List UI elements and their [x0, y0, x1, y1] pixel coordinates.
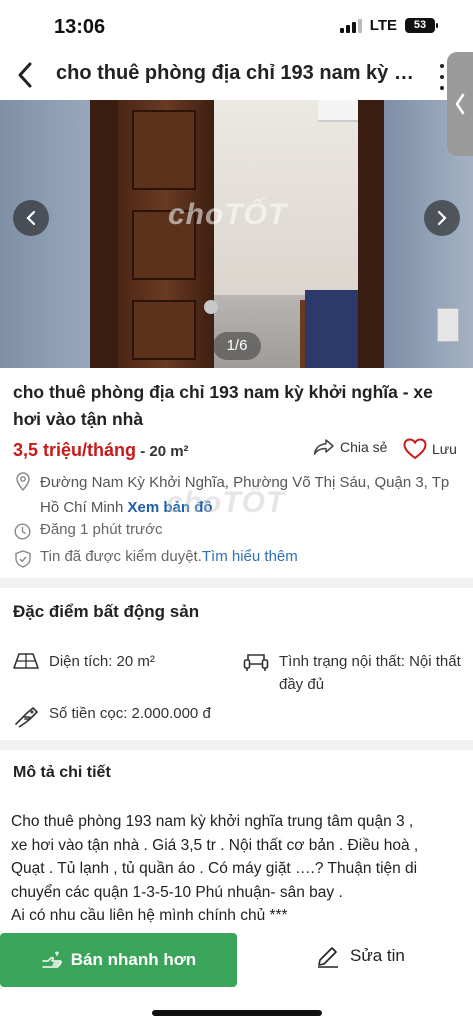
bottom-action-bar: Bán nhanh hơn Sửa tin: [0, 930, 473, 1024]
deposit-icon: [15, 707, 38, 728]
share-label: Chia sẻ: [340, 439, 388, 455]
clock-icon: [14, 523, 31, 540]
section-divider: [0, 578, 473, 588]
price-row: 3,5 triệu/tháng - 20 m² Chia sẻ Lưu: [13, 438, 463, 464]
network-label: LTE: [369, 17, 397, 34]
back-arrow-icon: [18, 62, 32, 88]
sell-faster-label: Bán nhanh hơn: [70, 950, 197, 969]
learn-more-link[interactable]: Tìm hiểu thêm: [202, 548, 298, 565]
more-options-button[interactable]: [437, 64, 447, 90]
spec-furnishing: Tình trạng nội thất: Nội thất đầy đủ: [243, 650, 468, 696]
description-line: chuyển các quận 1-3-5-10 Phú nhuận- sân …: [11, 883, 343, 901]
spec-furnishing-text: Tình trạng nội thất: Nội thất đầy đủ: [279, 653, 461, 693]
photo-counter: 1/6: [213, 332, 261, 360]
status-time: 13:06: [54, 16, 106, 38]
shield-check-icon: [14, 550, 31, 568]
description-line: Cho thuê phòng 193 nam kỳ khởi nghĩa tru…: [11, 813, 414, 830]
spec-deposit: Số tiền cọc: 2.000.000 đ: [13, 702, 263, 728]
description-body: Cho thuê phòng 193 nam kỳ khởi nghĩa tru…: [11, 810, 461, 928]
signal-icon: [339, 18, 362, 33]
status-bar: 13:06 LTE 53: [0, 0, 473, 52]
hand-rocket-icon: [42, 951, 62, 968]
spec-area-text: Diện tích: 20 m²: [49, 653, 155, 670]
back-button[interactable]: [10, 60, 40, 90]
watermark: choTỐT: [166, 486, 286, 519]
verified-text: Tin đã được kiểm duyệt.: [40, 548, 202, 565]
sell-faster-button[interactable]: Bán nhanh hơn: [0, 933, 237, 987]
share-icon: [313, 439, 334, 455]
chevron-right-icon: [437, 210, 447, 226]
battery-icon: 53: [405, 18, 438, 33]
posted-time: Đăng 1 phút trước: [40, 521, 163, 538]
page-title: cho thuê phòng địa chỉ 193 nam kỳ khởi n…: [56, 62, 416, 84]
spec-deposit-text: Số tiền cọc: 2.000.000 đ: [49, 705, 211, 722]
pencil-icon: [318, 947, 338, 968]
photo-gallery[interactable]: choTỐT: [0, 100, 473, 368]
floor-area-icon: [13, 653, 39, 669]
verified-row: Tin đã được kiểm duyệt.Tìm hiểu thêm: [13, 548, 298, 568]
description-line: Quạt . Tủ lạnh , tủ quần áo . Có máy giặ…: [11, 860, 418, 877]
save-button[interactable]: Lưu: [403, 438, 457, 460]
description-title: Mô tả chi tiết: [13, 764, 111, 781]
chevron-left-icon: [26, 210, 36, 226]
watermark: choTỐT: [168, 198, 288, 231]
home-indicator[interactable]: [152, 1010, 322, 1016]
listing-title: cho thuê phòng địa chỉ 193 nam kỳ khởi n…: [13, 382, 433, 429]
area-summary: - 20 m²: [136, 443, 189, 460]
edit-listing-label: Sửa tin: [350, 946, 405, 965]
sofa-icon: [243, 654, 269, 671]
heart-icon: [403, 438, 427, 460]
edit-listing-button[interactable]: Sửa tin: [316, 944, 405, 968]
gallery-next-button[interactable]: [424, 200, 460, 236]
posted-row: Đăng 1 phút trước: [13, 521, 162, 540]
save-label: Lưu: [432, 441, 457, 457]
side-drawer-handle[interactable]: [447, 52, 473, 156]
gallery-prev-button[interactable]: [13, 200, 49, 236]
chevron-left-icon: [455, 93, 465, 115]
app-header: cho thuê phòng địa chỉ 193 nam kỳ khởi n…: [0, 52, 473, 100]
price: 3,5 triệu/tháng: [13, 440, 137, 460]
status-indicators: LTE 53: [339, 17, 438, 34]
share-button[interactable]: Chia sẻ: [313, 438, 387, 456]
section-divider: [0, 740, 473, 750]
location-pin-icon: [15, 472, 30, 491]
spec-area: Diện tích: 20 m²: [13, 650, 223, 673]
description-line: Ai có nhu cầu liên hệ mình chính chủ ***: [11, 907, 288, 924]
features-title: Đặc điểm bất động sản: [13, 602, 200, 621]
description-line: xe hơi vào tận nhà . Giá 3,5 tr . Nội th…: [11, 836, 419, 854]
